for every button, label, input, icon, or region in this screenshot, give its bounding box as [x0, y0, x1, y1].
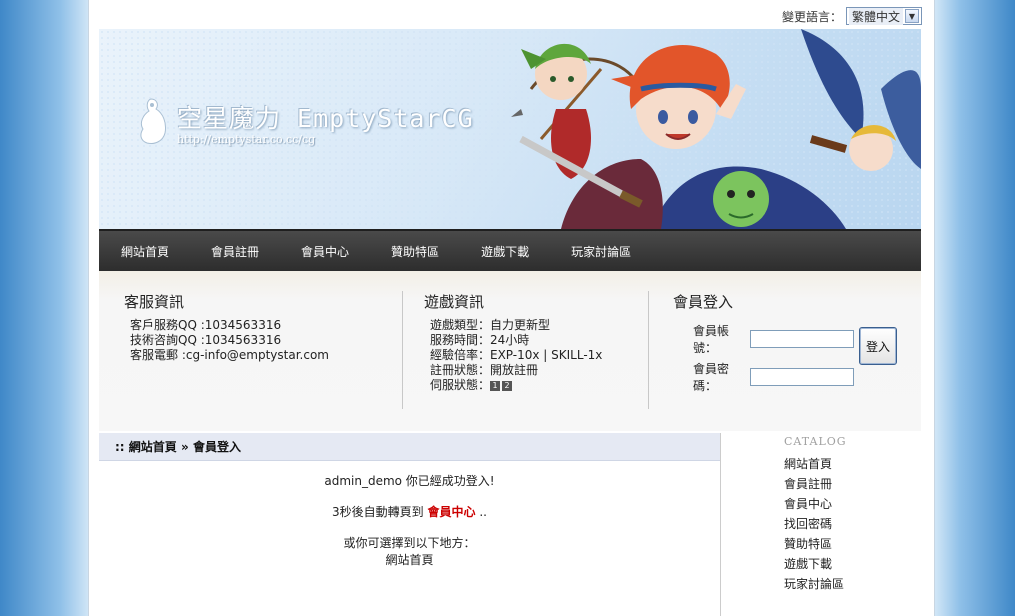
- language-selected-value: 繁體中文: [848, 7, 903, 25]
- support-qq-tech: 技術咨詢QQ :1034563316: [130, 333, 282, 347]
- server-2-icon: 2: [502, 380, 513, 391]
- site-url: http://emptystar.co.cc/cg: [177, 133, 316, 146]
- banner-illustration: [511, 29, 921, 229]
- support-email: 客服電郵 :cg-info@emptystar.com: [130, 348, 329, 362]
- nav-register[interactable]: 會員註冊: [201, 243, 269, 260]
- catalog-item-register[interactable]: 會員註冊: [784, 474, 921, 494]
- breadcrumb-separator: »: [181, 439, 189, 454]
- breadcrumb: :: 網站首頁 » 會員登入: [99, 433, 720, 461]
- language-bar: 變更語言： 繁體中文 ▼: [782, 6, 922, 26]
- server-1-icon: 1: [490, 380, 501, 391]
- nav-sponsor[interactable]: 贊助特區: [381, 243, 449, 260]
- catalog-item-recover-password[interactable]: 找回密碼: [784, 514, 921, 534]
- login-message: admin_demo 你已經成功登入! 3秒後自動轉頁到 會員中心 .. 或你可…: [99, 472, 720, 568]
- nav-forum[interactable]: 玩家討論區: [561, 243, 641, 260]
- catalog-item-download[interactable]: 遊戲下載: [784, 554, 921, 574]
- divider: [402, 291, 403, 409]
- language-select[interactable]: 繁體中文 ▼: [845, 7, 922, 25]
- catalog-sidebar: CATALOG 網站首頁 會員註冊 會員中心 找回密碼 贊助特區 遊戲下載 玩家…: [720, 433, 921, 616]
- password-label: 會員密碼：: [693, 362, 730, 393]
- catalog-item-home[interactable]: 網站首頁: [784, 454, 921, 474]
- home-link[interactable]: 網站首頁: [385, 553, 433, 567]
- login-box: 會員登入 會員帳號： 會員密碼： 登入: [673, 291, 913, 394]
- game-hours: 服務時間：24小時: [430, 333, 530, 347]
- breadcrumb-prefix: ::: [115, 439, 125, 454]
- header-banner: 空星魔力 EmptyStarCG http://emptystar.co.cc/…: [99, 29, 921, 229]
- catalog-item-forum[interactable]: 玩家討論區: [784, 574, 921, 594]
- catalog-item-member-center[interactable]: 會員中心: [784, 494, 921, 514]
- member-center-link[interactable]: 會員中心: [427, 505, 475, 519]
- main-content: :: 網站首頁 » 會員登入 admin_demo 你已經成功登入! 3秒後自動…: [99, 433, 720, 616]
- breadcrumb-current: 會員登入: [192, 440, 241, 454]
- nav-home[interactable]: 網站首頁: [111, 243, 179, 260]
- game-registration: 註冊狀態：開放註冊: [430, 363, 539, 377]
- support-qq-service: 客戶服務QQ :1034563316: [130, 318, 282, 332]
- game-info: 遊戲資訊 遊戲類型：自力更新型 服務時間：24小時 經驗倍率：EXP-10x |…: [424, 291, 644, 393]
- site-title: 空星魔力 EmptyStarCG: [177, 104, 474, 133]
- chevron-down-icon[interactable]: ▼: [905, 9, 919, 23]
- success-message: admin_demo 你已經成功登入!: [324, 474, 495, 488]
- catalog-item-sponsor[interactable]: 贊助特區: [784, 534, 921, 554]
- game-rates: 經驗倍率：EXP-10x | SKILL-1x: [430, 348, 603, 362]
- breadcrumb-home[interactable]: 網站首頁: [129, 438, 177, 455]
- home-link-row: 網站首頁: [99, 551, 720, 568]
- support-heading: 客服資訊: [124, 293, 185, 311]
- support-info: 客服資訊 客戶服務QQ :1034563316 技術咨詢QQ :10345633…: [124, 291, 394, 363]
- redirect-suffix: ..: [479, 505, 487, 519]
- catalog-title: CATALOG: [784, 435, 847, 448]
- logo-icon: [140, 98, 166, 144]
- redirect-prefix: 3秒後自動轉頁到: [332, 505, 424, 519]
- login-heading: 會員登入: [673, 293, 734, 311]
- page-container: 變更語言： 繁體中文 ▼ 空星魔力 EmptyStarCG http://emp…: [88, 0, 935, 616]
- info-panel: 客服資訊 客戶服務QQ :1034563316 技術咨詢QQ :10345633…: [99, 271, 921, 431]
- divider: [648, 291, 649, 409]
- server-status: 伺服狀態： 1 2: [424, 378, 644, 393]
- main-nav: 網站首頁 會員註冊 會員中心 贊助特區 遊戲下載 玩家討論區: [99, 229, 921, 271]
- language-label: 變更語言：: [781, 9, 842, 24]
- game-type: 遊戲類型：自力更新型: [430, 318, 551, 332]
- choose-message: 或你可選擇到以下地方：: [343, 536, 476, 550]
- account-label: 會員帳號：: [693, 324, 730, 355]
- password-input[interactable]: [750, 368, 854, 386]
- nav-member-center[interactable]: 會員中心: [291, 243, 359, 260]
- account-input[interactable]: [750, 330, 854, 348]
- password-row: 會員密碼：: [673, 360, 913, 394]
- game-heading: 遊戲資訊: [424, 293, 485, 311]
- nav-download[interactable]: 遊戲下載: [471, 243, 539, 260]
- login-button[interactable]: 登入: [859, 327, 897, 365]
- redirect-message: 3秒後自動轉頁到 會員中心 ..: [99, 503, 720, 520]
- server-status-label: 伺服狀態：: [430, 378, 491, 392]
